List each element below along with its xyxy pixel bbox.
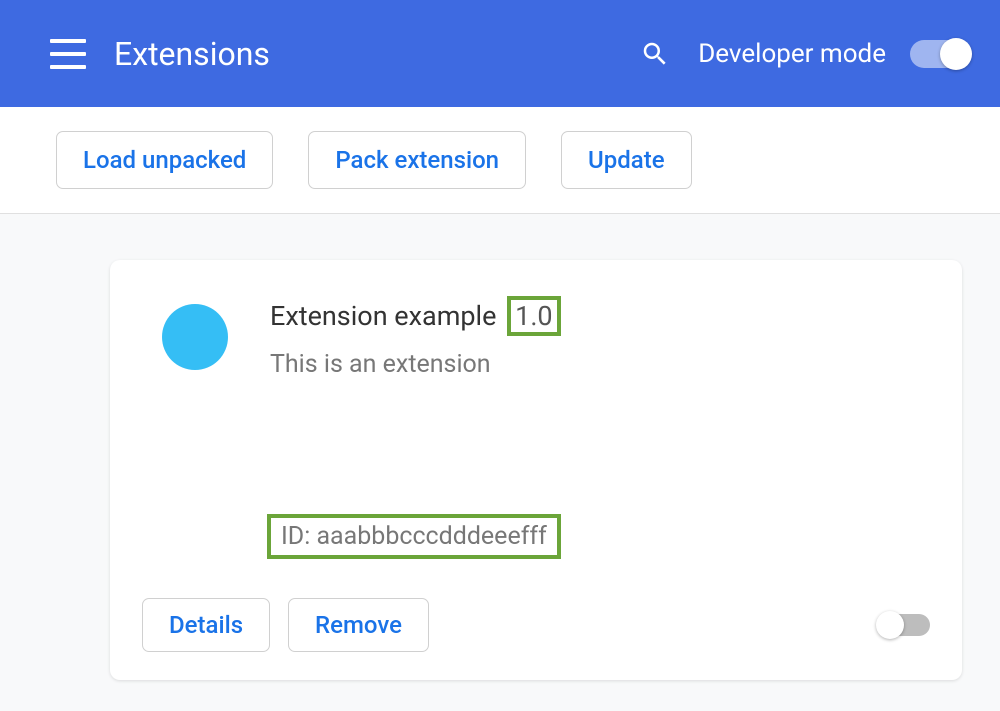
menu-icon[interactable] — [50, 39, 86, 69]
content-area: Extension example 1.0 This is an extensi… — [0, 214, 1000, 711]
extension-icon — [162, 304, 228, 370]
toolbar: Load unpacked Pack extension Update — [0, 107, 1000, 214]
toggle-knob — [940, 38, 972, 70]
extension-id: ID: aaabbbcccdddeeefff — [267, 514, 561, 559]
extension-description: This is an extension — [270, 350, 930, 379]
extension-enable-toggle[interactable] — [878, 614, 930, 636]
remove-button[interactable]: Remove — [288, 598, 429, 652]
update-button[interactable]: Update — [561, 131, 692, 189]
search-icon[interactable] — [640, 39, 670, 69]
extension-card: Extension example 1.0 This is an extensi… — [110, 260, 962, 680]
developer-mode-toggle[interactable] — [910, 40, 970, 68]
load-unpacked-button[interactable]: Load unpacked — [56, 131, 273, 189]
header: Extensions Developer mode — [0, 0, 1000, 107]
extension-name: Extension example — [270, 300, 496, 332]
developer-mode-label: Developer mode — [698, 39, 886, 69]
extension-version: 1.0 — [507, 296, 560, 336]
toggle-knob — [876, 611, 904, 639]
page-title: Extensions — [114, 35, 640, 73]
details-button[interactable]: Details — [142, 598, 270, 652]
pack-extension-button[interactable]: Pack extension — [308, 131, 526, 189]
